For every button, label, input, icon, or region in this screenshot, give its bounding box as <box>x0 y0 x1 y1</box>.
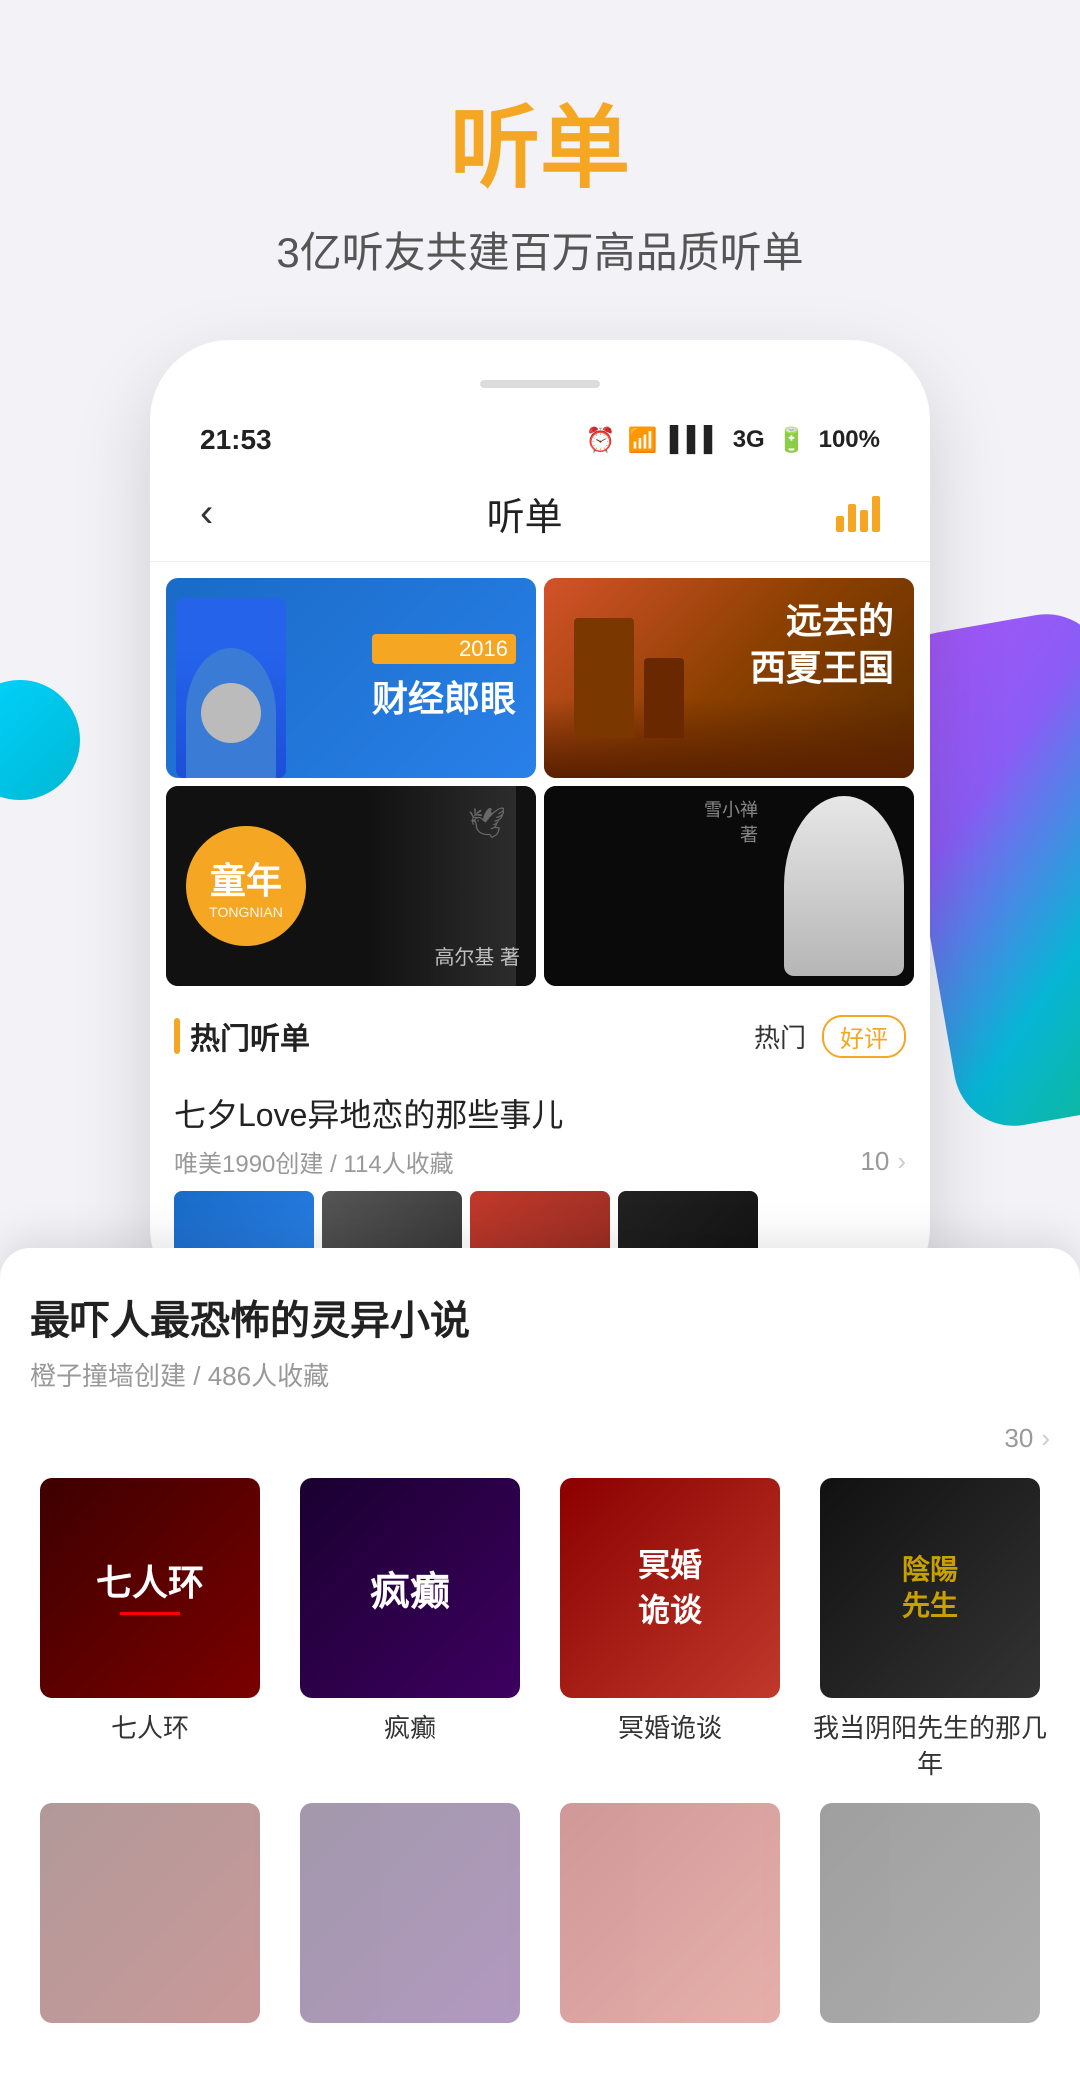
finance-year: 2016 <box>372 634 516 664</box>
battery-level: 100% <box>819 426 880 454</box>
finance-text: 2016 财经郎眼 <box>352 578 536 778</box>
book-cover-partial-4 <box>820 1803 1040 2023</box>
book-cover-partial-3 <box>560 1803 780 2023</box>
nav-title: 听单 <box>487 486 563 541</box>
hot-tab-hot[interactable]: 热门 <box>754 1018 806 1055</box>
status-time: 21:53 <box>200 424 272 456</box>
childhood-circle: 童年 TONGNIAN <box>186 826 306 946</box>
book-cover-text-4: 陰陽先生 <box>902 1552 958 1625</box>
book-name-3: 冥婚诡谈 <box>618 1710 722 1746</box>
hot-label: 热门听单 <box>174 1014 310 1058</box>
hot-tab-badge[interactable]: 好评 <box>822 1015 906 1058</box>
status-bar: 21:53 ⏰ 📶 ▌▌▌ 3G 🔋 100% <box>150 408 930 466</box>
book-cover-1: 七人环 <box>40 1478 260 1698</box>
book-item-partial-4 <box>810 1803 1050 2035</box>
nav-bar: ‹ 听单 <box>150 466 930 562</box>
playlist-meta-1: 唯美1990创建 / 114人收藏 10 › <box>174 1144 906 1179</box>
book-cover-4: 陰陽先生 <box>820 1478 1040 1698</box>
book-card-finance[interactable]: 2016 财经郎眼 <box>166 578 536 778</box>
book-cover-text-2: 疯癫 <box>370 1559 450 1617</box>
desert-text-overlay: 远去的西夏王国 <box>544 578 914 778</box>
playlist-title-1: 七夕Love异地恋的那些事儿 <box>174 1090 906 1136</box>
hot-header: 热门听单 热门 好评 <box>174 1014 906 1058</box>
arrow-icon-1: › <box>897 1146 906 1177</box>
book-card-desert[interactable]: 远去的西夏王国 <box>544 578 914 778</box>
network-icon: 3G <box>733 426 765 454</box>
bottom-card-count: 30 › <box>1004 1423 1050 1454</box>
book-cover-text-3: 冥婚诡谈 <box>638 1543 702 1633</box>
book-name-4: 我当阴阳先生的那几年 <box>810 1710 1050 1783</box>
childhood-author: 高尔基 著 <box>434 941 520 970</box>
bottom-card-count-row: 30 › <box>30 1423 1050 1454</box>
finance-title: 财经郎眼 <box>372 670 516 722</box>
battery-icon: 🔋 <box>777 426 807 455</box>
book-item-partial-3 <box>550 1803 790 2035</box>
person-image <box>176 598 286 778</box>
status-icons: ⏰ 📶 ▌▌▌ 3G 🔋 100% <box>586 426 880 455</box>
book-cover-3: 冥婚诡谈 <box>560 1478 780 1698</box>
back-button[interactable]: ‹ <box>200 491 213 536</box>
book-grid: 2016 财经郎眼 远去的西夏王国 🕊 <box>150 562 930 994</box>
playlist-count-1: 10 › <box>860 1146 906 1177</box>
arrow-icon-2: › <box>1041 1423 1050 1454</box>
book-card-childhood[interactable]: 🕊 童年 TONGNIAN 高尔基 著 <box>166 786 536 986</box>
book-cover-text-1: 七人环 <box>96 1561 204 1604</box>
playlist-sub-1: 唯美1990创建 / 114人收藏 <box>174 1144 454 1179</box>
hot-label-text: 热门听单 <box>190 1014 310 1058</box>
hot-tabs: 热门 好评 <box>754 1015 906 1058</box>
phone-speaker <box>480 380 600 388</box>
book-name-1: 七人环 <box>111 1710 189 1746</box>
signal-icon: ▌▌▌ <box>670 426 721 454</box>
book-item-partial-2 <box>290 1803 530 2035</box>
poetry-label: 雪小禅著 <box>704 798 758 848</box>
wifi-icon: 📶 <box>628 426 658 455</box>
bar4 <box>872 496 880 532</box>
book-name-2: 疯癫 <box>384 1710 436 1746</box>
book-cover-partial-1 <box>40 1803 260 2023</box>
bar2 <box>848 504 856 532</box>
bottom-card-title: 最吓人最恐怖的灵异小说 <box>30 1288 1050 1346</box>
book-item-3[interactable]: 冥婚诡谈 冥婚诡谈 <box>550 1478 790 1783</box>
page-title: 听单 <box>0 100 1080 199</box>
book-item-4[interactable]: 陰陽先生 我当阴阳先生的那几年 <box>810 1478 1050 1783</box>
book-cover-partial-2 <box>300 1803 520 2023</box>
hot-bar-indicator <box>174 1018 180 1054</box>
book-cover-2: 疯癫 <box>300 1478 520 1698</box>
poetry-person <box>774 786 914 986</box>
alarm-icon: ⏰ <box>586 426 616 455</box>
phone-mockup: 21:53 ⏰ 📶 ▌▌▌ 3G 🔋 100% ‹ 听单 <box>150 340 930 1308</box>
book-item-1[interactable]: 七人环 七人环 <box>30 1478 270 1783</box>
book-list-row: 七人环 七人环 疯癫 疯癫 冥婚诡谈 冥婚诡谈 陰陽先生 我当阴阳先生的那几年 <box>30 1478 1050 1783</box>
header-section: 听单 3亿听友共建百万高品质听单 <box>0 0 1080 340</box>
cover-decoration-1 <box>120 1612 180 1615</box>
bar1 <box>836 516 844 532</box>
chart-icon[interactable] <box>836 496 880 532</box>
book-item-partial-1 <box>30 1803 270 2035</box>
bar3 <box>860 510 868 532</box>
childhood-title-cn: 童年 <box>210 852 282 904</box>
page-subtitle: 3亿听友共建百万高品质听单 <box>0 219 1080 280</box>
childhood-title-en: TONGNIAN <box>209 904 283 920</box>
book-item-2[interactable]: 疯癫 疯癫 <box>290 1478 530 1783</box>
book-list-row-partial <box>30 1803 1050 2035</box>
book-card-poetry[interactable]: 那莲那禅那光阴 雪小禅著 <box>544 786 914 986</box>
bottom-card-meta: 橙子撞墙创建 / 486人收藏 <box>30 1356 1050 1393</box>
desert-title: 远去的西夏王国 <box>750 598 894 692</box>
bird-icon: 🕊 <box>468 806 506 841</box>
bottom-card: 最吓人最恐怖的灵异小说 橙子撞墙创建 / 486人收藏 30 › 七人环 七人环… <box>0 1248 1080 2085</box>
